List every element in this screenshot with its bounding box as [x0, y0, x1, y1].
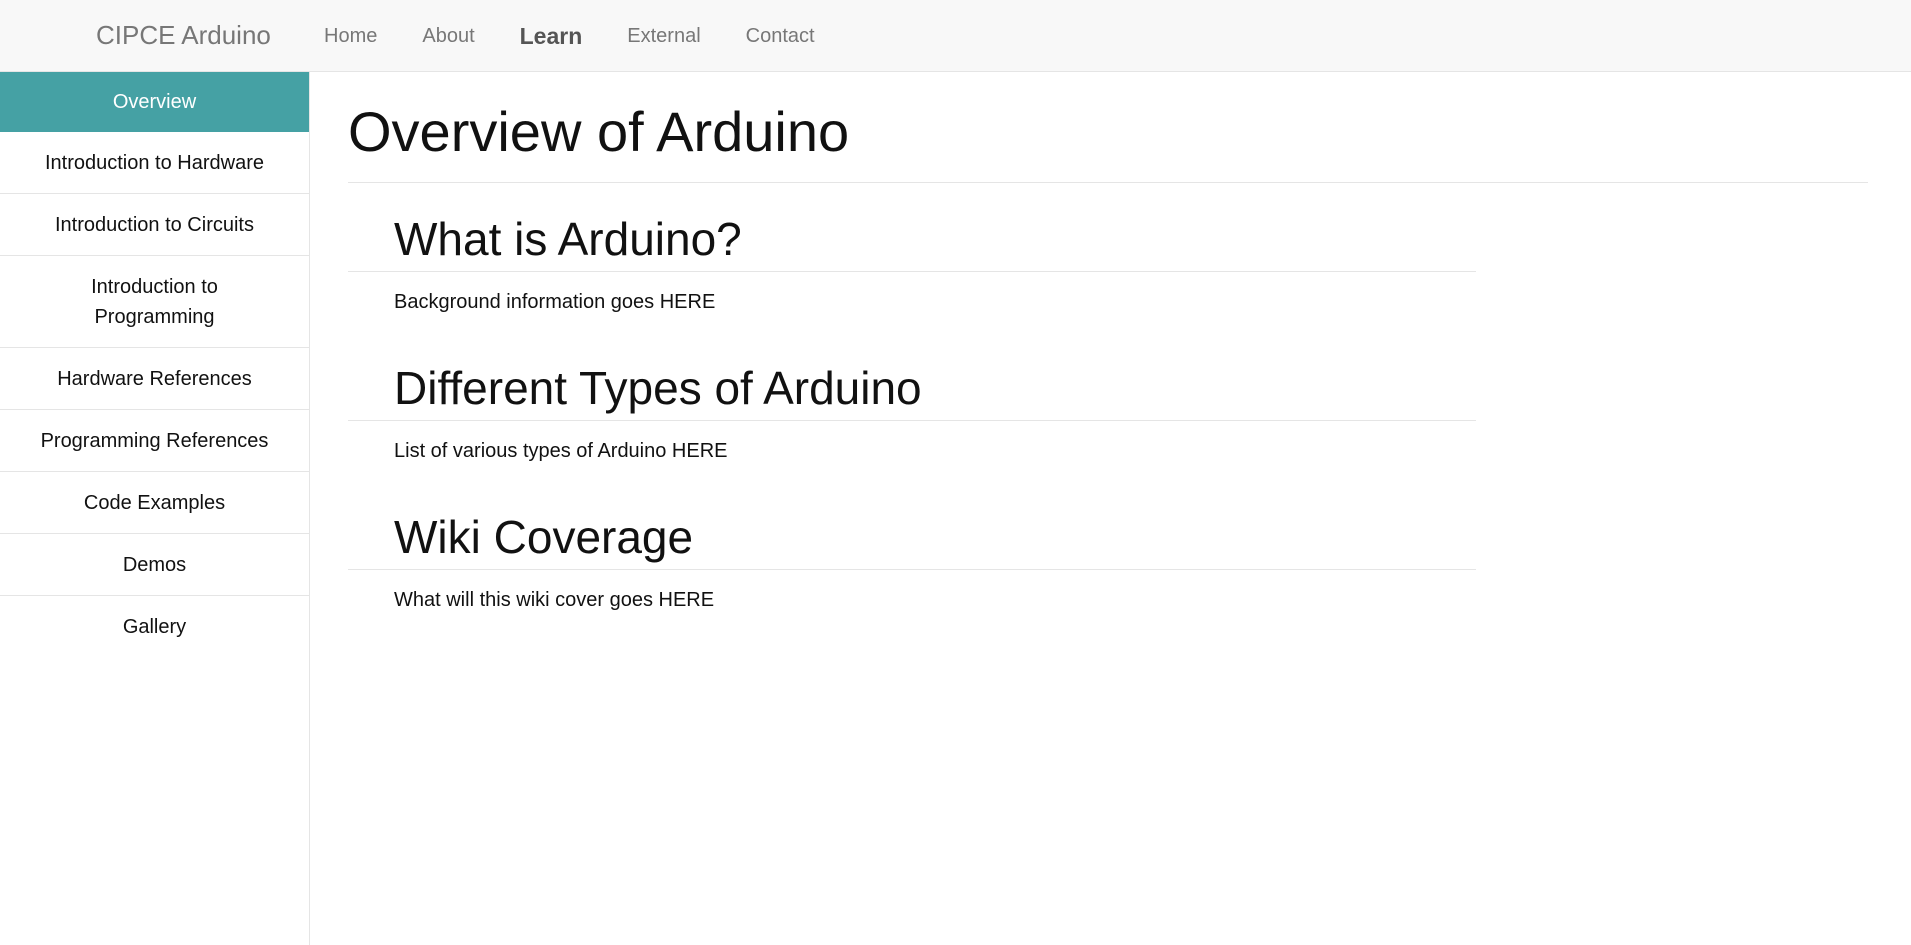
sidebar-item-intro-circuits[interactable]: Introduction to Circuits — [0, 194, 309, 256]
section-what-is-arduino: What is Arduino? Background information … — [348, 213, 1476, 316]
brand-link[interactable]: CIPCE Arduino — [96, 18, 271, 52]
section-body: List of various types of Arduino HERE — [394, 440, 728, 462]
nav-link-about[interactable]: About — [422, 25, 474, 48]
sidebar-item-intro-programming[interactable]: Introduction to Programming — [0, 256, 309, 348]
top-navbar: CIPCE Arduino Home About Learn External … — [0, 0, 1911, 72]
sidebar-item-code-examples[interactable]: Code Examples — [0, 472, 309, 534]
sidebar-item-demos[interactable]: Demos — [0, 534, 309, 596]
section-types-of-arduino: Different Types of Arduino List of vario… — [348, 362, 1476, 465]
sidebar-item-overview[interactable]: Overview — [0, 72, 309, 132]
sidebar-item-intro-hardware[interactable]: Introduction to Hardware — [0, 132, 309, 194]
section-body: What will this wiki cover goes HERE — [394, 589, 715, 611]
section-heading: What is Arduino? — [348, 213, 1476, 272]
nav-link-contact[interactable]: Contact — [746, 25, 815, 48]
section-body: Background information goes HERE — [394, 291, 716, 313]
nav-links: Home About Learn External Contact — [324, 0, 860, 72]
section-wiki-coverage: Wiki Coverage What will this wiki cover … — [348, 511, 1476, 614]
section-heading: Different Types of Arduino — [348, 362, 1476, 421]
main-content: Overview of Arduino What is Arduino? Bac… — [348, 72, 1868, 614]
sidebar-item-gallery[interactable]: Gallery — [0, 596, 309, 658]
nav-link-external[interactable]: External — [627, 25, 700, 48]
nav-link-home[interactable]: Home — [324, 25, 377, 48]
sidebar-item-programming-references[interactable]: Programming References — [0, 410, 309, 472]
nav-link-learn[interactable]: Learn — [520, 23, 583, 50]
sidebar-item-hardware-references[interactable]: Hardware References — [0, 348, 309, 410]
section-heading: Wiki Coverage — [348, 511, 1476, 570]
page-title: Overview of Arduino — [348, 100, 1868, 183]
sidebar: Overview Introduction to Hardware Introd… — [0, 72, 310, 945]
